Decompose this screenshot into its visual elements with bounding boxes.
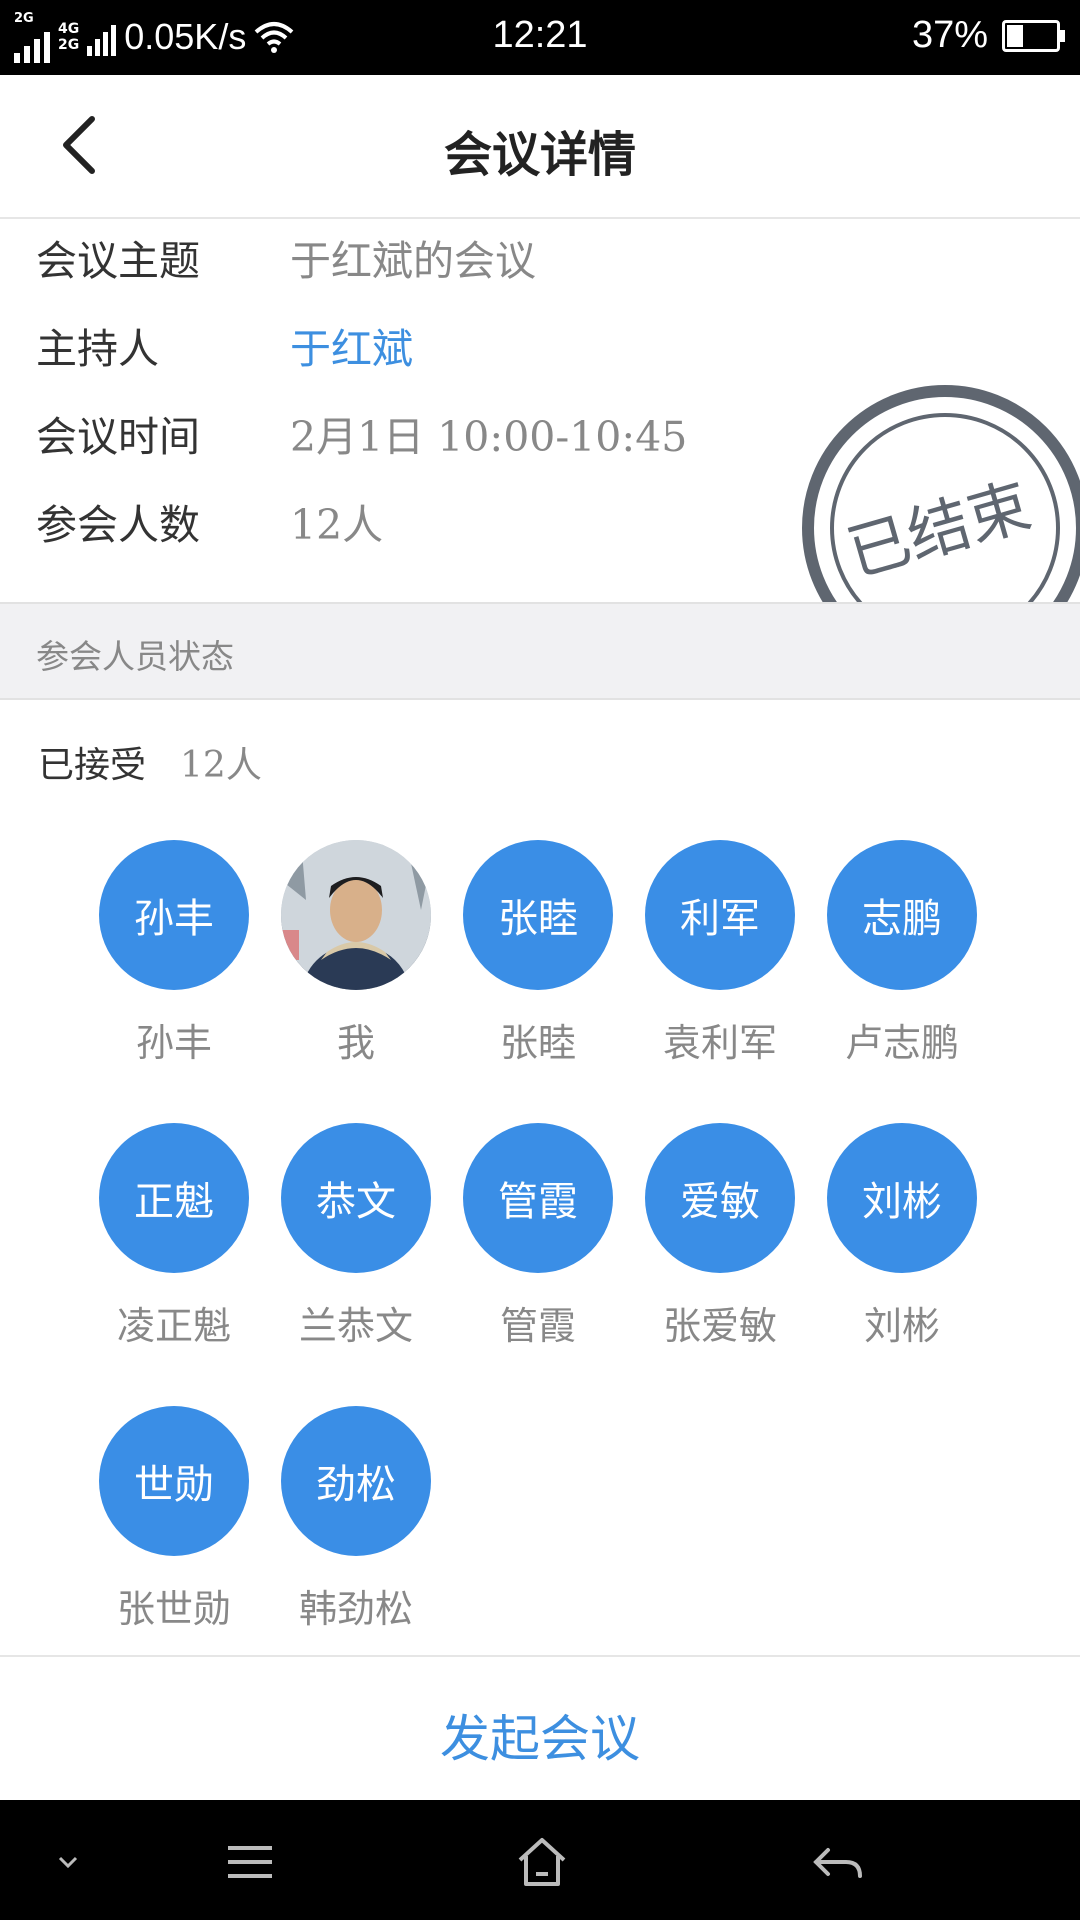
participant-item[interactable]: 管霞 管霞 [447,1123,629,1350]
participant-item[interactable]: 恭文 兰恭文 [265,1123,447,1350]
topic-label: 会议主题 [36,237,200,285]
section-title: 参会人员状态 [36,637,234,676]
participant-item[interactable]: 世勋 张世勋 [83,1406,265,1633]
participant-item[interactable]: 利军 袁利军 [629,840,811,1067]
avatar: 爱敏 [645,1123,795,1273]
avatar: 利军 [645,840,795,990]
participant-name: 张世勋 [116,1587,231,1631]
status-bar: 2G 4G 2G 0.05K/s 12:21 37% [0,0,1080,75]
meeting-info: 会议主题 于红斌的会议 主持人 于红斌 会议时间 2月1日 10:00-10:4… [0,219,1080,602]
participant-item[interactable]: 孙丰 孙丰 [83,840,265,1067]
participant-item[interactable]: 正魁 凌正魁 [83,1123,265,1350]
count-label: 参会人数 [36,501,200,549]
start-meeting-button[interactable]: 发起会议 [0,1699,1080,1771]
chevron-down-icon[interactable] [38,1832,98,1892]
avatar: 刘彬 [827,1123,977,1273]
avatar: 张睦 [463,840,613,990]
host-link[interactable]: 于红斌 [290,315,413,375]
avatar-photo [281,840,431,990]
menu-icon[interactable] [220,1832,280,1892]
participant-item[interactable]: 张睦 张睦 [447,840,629,1067]
host-label: 主持人 [36,325,159,373]
back-icon[interactable] [808,1832,868,1892]
topic-value: 于红斌的会议 [290,237,536,285]
topic-row: 会议主题 于红斌的会议 [36,227,536,287]
stamp-text: 已结束 [840,469,1039,590]
avatar: 劲松 [281,1406,431,1556]
system-nav-bar [0,1800,1080,1920]
battery-icon [1002,19,1065,52]
time-label: 会议时间 [36,413,200,461]
participant-item[interactable]: 刘彬 刘彬 [811,1123,993,1350]
avatar: 恭文 [281,1123,431,1273]
accepted-label: 已接受 [38,745,147,786]
footer-bar: 发起会议 [0,1655,1080,1802]
avatar: 正魁 [99,1123,249,1273]
participant-name: 韩劲松 [298,1587,413,1631]
avatar: 孙丰 [99,840,249,990]
count-row: 参会人数 12人 [36,491,383,551]
participant-name: 兰恭文 [298,1304,413,1348]
avatar: 管霞 [463,1123,613,1273]
participant-name: 张爱敏 [662,1304,777,1348]
accepted-count: 12人 [180,745,262,786]
participant-name: 张睦 [499,1021,576,1065]
avatar: 志鹏 [827,840,977,990]
participant-name: 我 [336,1021,375,1065]
section-header: 参会人员状态 [0,602,1080,700]
participant-name: 孙丰 [135,1021,212,1065]
battery-percent: 37% [911,14,988,56]
participant-item[interactable]: 我 [265,840,447,1067]
participant-name: 卢志鹏 [844,1021,959,1065]
time-row: 会议时间 2月1日 10:00-10:45 [36,403,687,463]
page-title: 会议详情 [443,127,636,183]
participant-item[interactable]: 爱敏 张爱敏 [629,1123,811,1350]
participant-name: 刘彬 [863,1304,940,1348]
app-header: 会议详情 [0,75,1080,219]
participant-item[interactable]: 劲松 韩劲松 [265,1406,447,1633]
participant-item[interactable]: 志鹏 卢志鹏 [811,840,993,1067]
accepted-summary: 已接受 12人 [38,736,262,788]
count-value: 12人 [290,501,384,549]
participant-name: 袁利军 [662,1021,777,1065]
participant-name: 凌正魁 [116,1304,231,1348]
avatar: 世勋 [99,1406,249,1556]
home-icon[interactable] [512,1832,572,1892]
participant-name: 管霞 [499,1304,576,1348]
ended-stamp: 已结束 [802,385,1080,602]
time-value: 2月1日 10:00-10:45 [290,413,688,461]
host-row: 主持人 于红斌 [36,315,413,375]
